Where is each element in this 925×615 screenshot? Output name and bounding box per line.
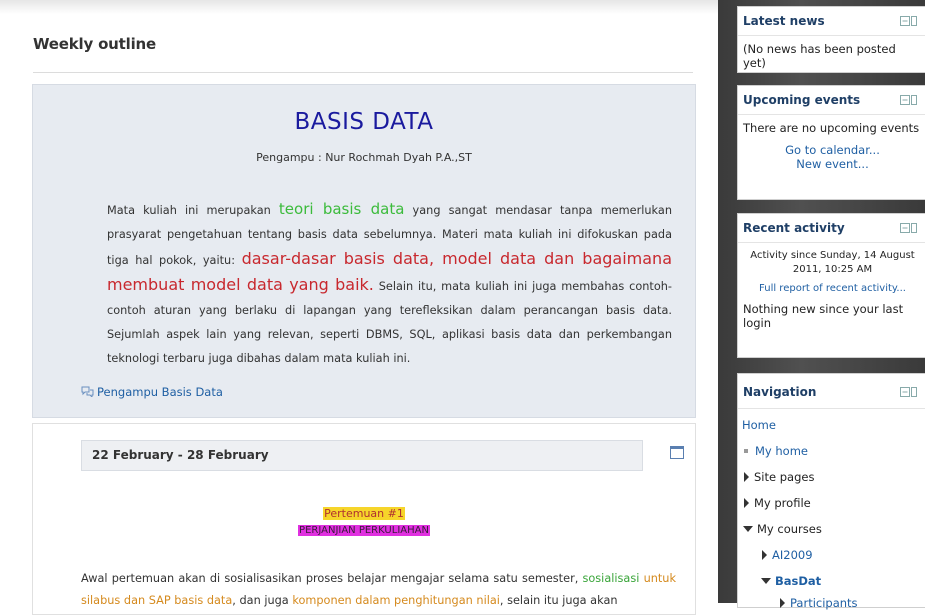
- nav-label[interactable]: My profile: [754, 496, 811, 510]
- block-header: Upcoming events: [738, 86, 925, 115]
- window-icon[interactable]: [670, 446, 684, 459]
- course-title: BASIS DATA: [294, 109, 434, 135]
- recent-activity-block: Recent activity Activity since Sunday, 1…: [737, 213, 925, 358]
- latest-news-block: Latest news (No news has been posted yet…: [737, 6, 925, 73]
- block-dock-icon[interactable]: [900, 223, 917, 233]
- expand-arrow-icon[interactable]: [744, 472, 749, 482]
- nav-label[interactable]: My home: [755, 444, 808, 458]
- expand-arrow-icon[interactable]: [762, 550, 767, 560]
- meeting-label: Pertemuan #1: [33, 507, 695, 520]
- nav-my-home[interactable]: My home: [744, 444, 808, 458]
- week-section: 22 February - 28 February Pertemuan #1 P…: [32, 423, 696, 615]
- forum-link[interactable]: Pengampu Basis Data: [81, 385, 223, 399]
- nav-course-ai2009[interactable]: AI2009: [762, 548, 813, 562]
- forum-bubbles-icon: [81, 386, 94, 397]
- meeting-subtitle-text: PERJANJIAN PERKULIAHAN: [298, 525, 430, 536]
- nav-label[interactable]: My courses: [757, 522, 822, 536]
- block-dock-icon[interactable]: [900, 95, 917, 105]
- nav-my-courses[interactable]: My courses: [743, 522, 822, 536]
- meeting-number: Pertemuan #1: [323, 507, 405, 520]
- desc-highlight-green: teori basis data: [278, 200, 405, 218]
- nothing-new-text: Nothing new since your last login: [743, 302, 904, 330]
- nav-participants[interactable]: Participants: [780, 596, 858, 610]
- expand-arrow-icon[interactable]: [744, 498, 749, 508]
- new-event-link[interactable]: New event...: [743, 157, 922, 171]
- nav-label[interactable]: Participants: [790, 596, 858, 610]
- desc-text: Awal pertemuan akan di sosialisasikan pr…: [81, 572, 583, 585]
- forum-link-label[interactable]: Pengampu Basis Data: [97, 385, 223, 399]
- go-to-calendar-link[interactable]: Go to calendar...: [743, 143, 922, 157]
- block-dock-icon[interactable]: [900, 16, 917, 26]
- nav-my-profile[interactable]: My profile: [744, 496, 811, 510]
- nav-course-basdat[interactable]: BasDat: [761, 574, 821, 588]
- expand-arrow-icon[interactable]: [780, 598, 785, 608]
- upcoming-events-block: Upcoming events There are no upcoming ev…: [737, 85, 925, 200]
- no-events-text: There are no upcoming events: [743, 121, 920, 135]
- block-title: Upcoming events: [743, 93, 861, 107]
- sidebar: Latest news (No news has been posted yet…: [718, 0, 925, 610]
- activity-since-text: Activity since Sunday, 14 August 2011, 1…: [750, 250, 915, 275]
- desc-text: , selain itu juga akan: [499, 594, 618, 607]
- desc-text: Mata kuliah ini merupakan: [107, 204, 279, 217]
- bullet-icon: [744, 449, 748, 453]
- block-title: Navigation: [743, 385, 817, 399]
- page-title: Weekly outline: [33, 35, 156, 53]
- nav-home[interactable]: Home: [742, 418, 776, 432]
- block-body: There are no upcoming events Go to calen…: [738, 115, 925, 177]
- collapse-arrow-icon[interactable]: [743, 526, 753, 532]
- nav-site-pages[interactable]: Site pages: [744, 470, 814, 484]
- block-body: (No news has been posted yet): [743, 42, 896, 70]
- block-header: Latest news: [738, 7, 925, 36]
- block-title: Latest news: [743, 14, 825, 28]
- desc-text: , dan juga: [232, 594, 293, 607]
- navigation-block: Navigation Home My home Site pages My pr…: [737, 373, 925, 610]
- block-title: Recent activity: [743, 221, 845, 235]
- week-description: Awal pertemuan akan di sosialisasikan pr…: [81, 568, 676, 612]
- full-report-link[interactable]: Full report of recent activity...: [743, 283, 922, 294]
- desc-highlight-orange: komponen dalam penghitungan nilai: [292, 594, 500, 607]
- nav-label[interactable]: AI2009: [772, 548, 813, 562]
- desc-highlight-green: sosialisasi: [582, 572, 640, 585]
- lecturer-label: Pengampu : Nur Rochmah Dyah P.A.,ST: [256, 151, 472, 164]
- week-heading: 22 February - 28 February: [81, 440, 643, 471]
- meeting-subtitle: PERJANJIAN PERKULIAHAN: [33, 525, 695, 536]
- week-dates: 22 February - 28 February: [92, 448, 269, 462]
- main-content: Weekly outline BASIS DATA Pengampu : Nur…: [0, 0, 720, 615]
- block-header: Navigation: [738, 374, 925, 409]
- block-header: Recent activity: [738, 214, 925, 243]
- block-body: Activity since Sunday, 14 August 2011, 1…: [738, 243, 925, 336]
- course-description: Mata kuliah ini merupakan teori basis da…: [107, 197, 672, 371]
- divider: [33, 72, 693, 73]
- block-dock-icon[interactable]: [900, 387, 917, 397]
- nav-label[interactable]: Site pages: [754, 470, 814, 484]
- top-fade: [0, 0, 720, 14]
- collapse-arrow-icon[interactable]: [761, 578, 771, 584]
- nav-label[interactable]: BasDat: [775, 574, 821, 588]
- course-summary-section: BASIS DATA Pengampu : Nur Rochmah Dyah P…: [32, 84, 696, 418]
